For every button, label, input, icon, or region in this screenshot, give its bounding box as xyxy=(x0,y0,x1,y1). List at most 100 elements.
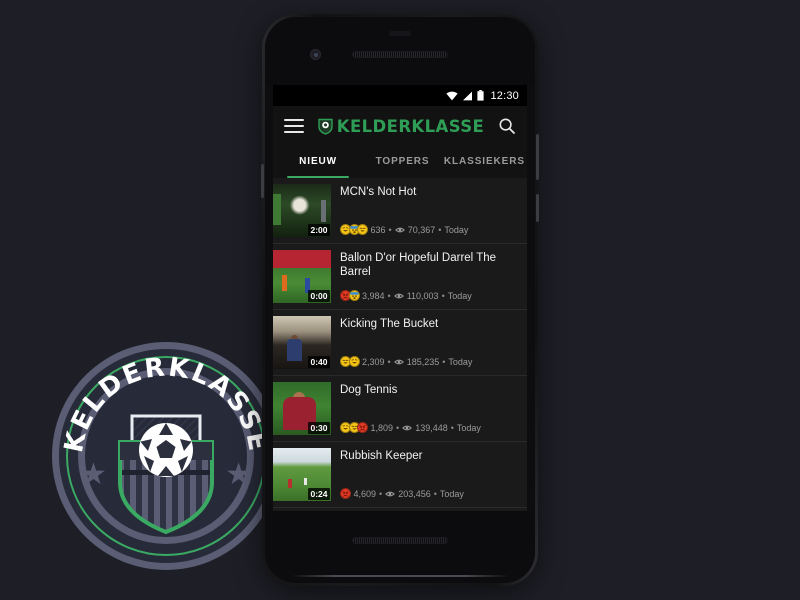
reaction-emoji-stack xyxy=(340,488,351,499)
video-meta: 1,809 • 139,448 • Today xyxy=(340,422,519,435)
phone-side-button xyxy=(536,194,539,222)
meta-separator: • xyxy=(438,224,442,235)
kelderklasse-logo-badge: KELDERKLASSE ★ ★ xyxy=(52,342,280,570)
tab-active-indicator xyxy=(286,175,350,178)
views-eye-icon xyxy=(393,293,404,298)
reaction-emoji-stack xyxy=(340,224,368,235)
video-list-item[interactable]: 0:30 Dog Tennis 1,809 • 139,448 • Today xyxy=(273,376,527,442)
view-count: 70,367 xyxy=(407,224,436,235)
badge-artwork: KELDERKLASSE xyxy=(59,352,271,535)
video-row-text: Ballon D'or Hopeful Darrel The Barrel 3,… xyxy=(331,250,519,303)
cold-face-emoji xyxy=(348,290,360,301)
tab-klassiekers[interactable]: KLASSIEKERS xyxy=(442,156,527,169)
views-eye-icon xyxy=(393,359,404,364)
phone-body: 12:30 KELDERKLASSE NIEUW TOPPERS KLASSIE… xyxy=(265,17,535,583)
video-thumbnail[interactable]: 0:40 xyxy=(273,316,331,369)
video-meta: 4,609 • 203,456 • Today xyxy=(340,488,519,501)
video-list-item[interactable]: 0:24 Rubbish Keeper 4,609 • 203,456 • To… xyxy=(273,442,527,508)
badge-star-right: ★ xyxy=(225,458,252,491)
reaction-count: 1,809 xyxy=(370,422,394,433)
laughing-emoji xyxy=(348,356,360,367)
reaction-emoji-stack xyxy=(340,290,360,301)
meta-separator: • xyxy=(442,356,446,367)
video-thumbnail[interactable]: 0:00 xyxy=(273,250,331,303)
video-meta: 636 • 70,367 • Today xyxy=(340,224,519,237)
video-date: Today xyxy=(456,422,481,433)
hamburger-menu-icon[interactable] xyxy=(284,119,304,133)
meta-separator: • xyxy=(441,290,445,301)
view-count: 185,235 xyxy=(406,356,440,367)
phone-power-button xyxy=(536,134,539,180)
video-row-text: MCN's Not Hot 636 • 70,367 • Today xyxy=(331,184,519,237)
video-thumbnail[interactable]: 2:00 xyxy=(273,184,331,237)
video-meta: 2,309 • 185,235 • Today xyxy=(340,356,519,369)
video-meta: 3,984 • 110,003 • Today xyxy=(340,290,519,303)
video-title: Kicking The Bucket xyxy=(340,318,439,330)
video-thumbnail[interactable]: 0:30 xyxy=(273,382,331,435)
view-count: 139,448 xyxy=(415,422,448,433)
video-title: Ballon D'or Hopeful Darrel The Barrel xyxy=(340,252,497,279)
video-row-text: Dog Tennis 1,809 • 139,448 • Today xyxy=(331,382,519,435)
tab-nieuw[interactable]: NIEUW xyxy=(273,156,363,169)
earpiece-notch xyxy=(389,31,411,36)
status-bar: 12:30 xyxy=(273,85,527,106)
meta-separator: • xyxy=(450,422,454,433)
app-showcase-canvas: KELDERKLASSE ★ ★ 12:30 KELDERKLASSE NIEU… xyxy=(0,0,800,600)
phone-volume-button xyxy=(261,164,264,198)
status-bar-clock: 12:30 xyxy=(490,89,519,102)
signal-icon xyxy=(463,91,473,100)
video-date: Today xyxy=(447,290,472,301)
badge-star-left: ★ xyxy=(80,458,107,491)
meta-separator: • xyxy=(379,488,383,499)
video-duration-badge: 2:00 xyxy=(307,224,330,236)
reaction-emoji-stack xyxy=(340,356,360,367)
app-bar-title: KELDERKLASSE xyxy=(336,116,485,136)
meta-separator: • xyxy=(433,488,437,499)
video-date: Today xyxy=(448,356,473,367)
video-duration-badge: 0:00 xyxy=(307,290,330,302)
video-list-item[interactable]: 2:00 MCN's Not Hot 636 • 70,367 • Today xyxy=(273,178,527,244)
wifi-icon xyxy=(446,91,459,100)
view-count: 110,003 xyxy=(406,290,439,301)
search-icon[interactable] xyxy=(498,117,516,135)
video-row-text: Rubbish Keeper 4,609 • 203,456 • Today xyxy=(331,448,519,501)
video-duration-badge: 0:24 xyxy=(307,488,330,500)
video-row-text: Kicking The Bucket 2,309 • 185,235 • Tod… xyxy=(331,316,519,369)
phone-screen: 12:30 KELDERKLASSE NIEUW TOPPERS KLASSIE… xyxy=(273,85,527,511)
meta-separator: • xyxy=(388,224,392,235)
video-list-item[interactable]: 0:40 Kicking The Bucket 2,309 • 185,235 … xyxy=(273,310,527,376)
meta-separator: • xyxy=(387,356,391,367)
angry-emoji xyxy=(340,488,351,499)
reaction-count: 2,309 xyxy=(362,356,385,367)
phone-top-bezel xyxy=(265,17,535,85)
views-eye-icon xyxy=(394,227,405,232)
reaction-count: 3,984 xyxy=(362,290,385,301)
phone-mockup: 12:30 KELDERKLASSE NIEUW TOPPERS KLASSIE… xyxy=(261,14,539,586)
video-title: Dog Tennis xyxy=(340,384,398,396)
video-list-item[interactable]: 0:00 Ballon D'or Hopeful Darrel The Barr… xyxy=(273,244,527,310)
phone-chin-highlight xyxy=(291,575,509,577)
video-title: MCN's Not Hot xyxy=(340,186,417,198)
video-duration-badge: 0:40 xyxy=(307,356,330,368)
reaction-count: 636 xyxy=(370,224,386,235)
meta-separator: • xyxy=(396,422,400,433)
reaction-count: 4,609 xyxy=(353,488,377,499)
app-bar-brand: KELDERKLASSE xyxy=(304,117,498,136)
meta-separator: • xyxy=(387,290,391,301)
video-list[interactable]: 2:00 MCN's Not Hot 636 • 70,367 • Today … xyxy=(273,178,527,511)
views-eye-icon xyxy=(385,491,396,496)
video-date: Today xyxy=(439,488,464,499)
smiling-hearts-emoji xyxy=(357,224,368,235)
views-eye-icon xyxy=(402,425,413,430)
angry-emoji xyxy=(357,422,368,433)
video-thumbnail[interactable]: 0:24 xyxy=(273,448,331,501)
tab-bar: NIEUW TOPPERS KLASSIEKERS xyxy=(273,146,527,178)
tab-toppers[interactable]: TOPPERS xyxy=(363,156,442,169)
view-count: 203,456 xyxy=(398,488,431,499)
reaction-emoji-stack xyxy=(340,422,368,433)
top-speaker-grille xyxy=(352,51,448,58)
front-camera-icon xyxy=(310,49,321,60)
app-bar: KELDERKLASSE xyxy=(273,106,527,146)
video-title: Rubbish Keeper xyxy=(340,450,423,462)
phone-bottom-bezel xyxy=(265,511,535,583)
